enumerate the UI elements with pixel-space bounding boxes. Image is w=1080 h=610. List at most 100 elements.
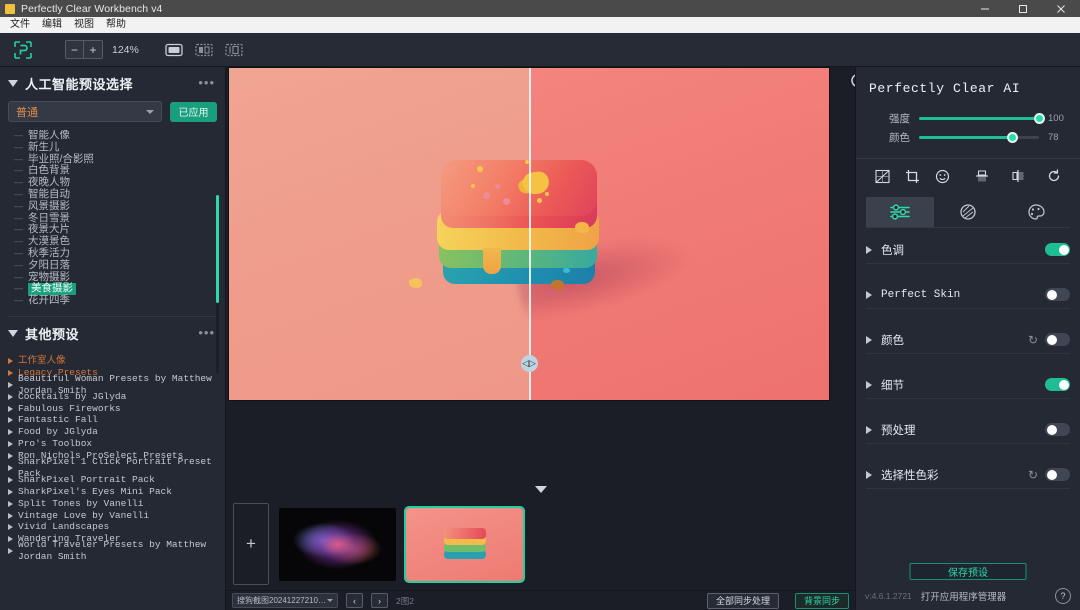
list-dash-icon: —	[14, 189, 23, 201]
other-preset-item[interactable]: SharkPixel 1 Click Portrait Preset Pack	[8, 462, 225, 474]
rotate-icon[interactable]	[1042, 166, 1066, 186]
sync-all-button[interactable]: 全部同步处理	[707, 593, 779, 609]
zoom-in-button[interactable]: +	[84, 40, 103, 59]
adjustment-section[interactable]: 色调	[866, 236, 1070, 264]
other-preset-item[interactable]: World Traveler Presets by Matthew Jordan…	[8, 545, 225, 557]
section-toggle[interactable]	[1045, 378, 1070, 391]
caret-right-icon	[8, 441, 13, 447]
other-preset-item[interactable]: Vintage Love by Vanelli	[8, 510, 225, 522]
ai-preset-item[interactable]: —智能自动	[14, 189, 225, 201]
other-preset-item[interactable]: Fabulous Fireworks	[8, 403, 225, 415]
ai-list-scrollbar[interactable]	[216, 195, 219, 373]
right-panel-footer: v:4.6.1.2721 打开应用程序管理器 ?	[856, 588, 1080, 604]
prev-image-button[interactable]: ‹	[346, 593, 363, 608]
adjustment-section[interactable]: 细节	[866, 371, 1070, 399]
caret-right-icon	[8, 548, 13, 554]
zoom-out-button[interactable]: −	[65, 40, 84, 59]
other-preset-label: Food by JGlyda	[18, 426, 98, 438]
next-image-button[interactable]: ›	[371, 593, 388, 608]
filmstrip-toggle[interactable]	[226, 480, 855, 498]
other-preset-item[interactable]: SharkPixel's Eyes Mini Pack	[8, 486, 225, 498]
ai-presets-menu-icon[interactable]: •••	[198, 79, 215, 87]
retouch-tab[interactable]	[1002, 197, 1070, 227]
food-subject	[425, 150, 625, 322]
ai-preset-item[interactable]: —新生儿	[14, 142, 225, 154]
help-icon[interactable]: ?	[1055, 588, 1071, 604]
noise-tab[interactable]	[934, 197, 1002, 227]
version-label: v:4.6.1.2721	[865, 591, 912, 601]
section-toggle[interactable]	[1045, 468, 1070, 481]
other-preset-item[interactable]: Beautiful Woman Presets by Matthew Jorda…	[8, 379, 225, 391]
adjustments-tab[interactable]	[866, 197, 934, 227]
other-presets-header[interactable]: 其他预设 •••	[0, 317, 225, 349]
list-dash-icon: —	[14, 224, 23, 236]
other-preset-item[interactable]: Food by JGlyda	[8, 426, 225, 438]
ai-preset-item[interactable]: —秋季活力	[14, 248, 225, 260]
ai-preset-label: 花开四季	[28, 295, 70, 306]
before-after-split-line	[529, 68, 531, 400]
right-panel-tabs	[866, 197, 1070, 228]
other-presets-menu-icon[interactable]: •••	[198, 329, 215, 337]
slider-strength: 强度 100	[866, 109, 1070, 128]
caret-right-icon	[866, 336, 872, 344]
crop-icon[interactable]	[900, 166, 924, 186]
menu-edit[interactable]: 编辑	[36, 17, 68, 33]
ai-preset-label: 夕阳日落	[28, 260, 70, 272]
reset-icon[interactable]: ↻	[1028, 468, 1038, 482]
burst-thumbnail[interactable]	[279, 508, 396, 581]
other-preset-label: 工作室人像	[18, 355, 66, 367]
file-dropdown[interactable]: 搜狗截图20241227210…	[232, 593, 338, 608]
caret-right-icon	[8, 370, 13, 376]
food-thumbnail[interactable]	[406, 508, 523, 581]
caret-down-icon	[8, 80, 18, 87]
split-view-icon[interactable]	[194, 41, 214, 58]
compare-view-icon[interactable]	[224, 41, 244, 58]
slider-strength-track[interactable]	[919, 117, 1039, 120]
section-toggle[interactable]	[1045, 333, 1070, 346]
adjustment-section[interactable]: 颜色↻	[866, 326, 1070, 354]
single-view-icon[interactable]	[164, 41, 184, 58]
app-icon	[5, 4, 15, 14]
menu-file[interactable]: 文件	[4, 17, 36, 33]
save-preset-button[interactable]: 保存预设	[910, 563, 1027, 580]
other-preset-item[interactable]: Split Tones by Vanelli	[8, 498, 225, 510]
applied-button[interactable]: 已应用	[170, 102, 217, 122]
section-toggle[interactable]	[1045, 243, 1070, 256]
app-manager-link[interactable]: 打开应用程序管理器	[921, 589, 1007, 603]
ai-preset-item[interactable]: —花开四季	[14, 295, 225, 306]
ai-preset-item[interactable]: —风景摄影	[14, 201, 225, 213]
background-sync-button[interactable]: 背景同步	[795, 593, 849, 609]
slider-color-track[interactable]	[919, 136, 1039, 139]
other-preset-item[interactable]: 工作室人像	[8, 355, 225, 367]
face-icon[interactable]	[930, 166, 954, 186]
other-preset-label: Fantastic Fall	[18, 414, 98, 426]
other-preset-item[interactable]: Pro's Toolbox	[8, 438, 225, 450]
reset-icon[interactable]: ↻	[1028, 333, 1038, 347]
image-preview[interactable]: ◁▷	[228, 67, 830, 401]
caret-right-icon	[8, 394, 13, 400]
split-handle[interactable]: ◁▷	[521, 355, 538, 372]
flip-horizontal-icon[interactable]	[1006, 166, 1030, 186]
flip-vertical-icon[interactable]	[970, 166, 994, 186]
other-preset-label: Split Tones by Vanelli	[18, 498, 143, 510]
ai-presets-header[interactable]: 人工智能预设选择 •••	[0, 67, 225, 99]
adjustment-section[interactable]: Perfect Skin	[866, 281, 1070, 309]
close-button[interactable]	[1042, 0, 1080, 17]
other-preset-item[interactable]: Vivid Landscapes	[8, 521, 225, 533]
other-preset-item[interactable]: Fantastic Fall	[8, 414, 225, 426]
caret-right-icon	[8, 477, 13, 483]
adjustment-section[interactable]: 预处理	[866, 416, 1070, 444]
window-title: Perfectly Clear Workbench v4	[21, 3, 163, 15]
menu-help[interactable]: 帮助	[100, 17, 132, 33]
ai-preset-item[interactable]: —夕阳日落	[14, 260, 225, 272]
section-toggle[interactable]	[1045, 423, 1070, 436]
minimize-button[interactable]	[966, 0, 1004, 17]
maximize-button[interactable]	[1004, 0, 1042, 17]
add-image-button[interactable]: +	[233, 503, 269, 585]
app-logo-icon[interactable]	[13, 40, 33, 60]
section-toggle[interactable]	[1045, 288, 1070, 301]
levels-icon[interactable]	[870, 166, 894, 186]
menu-view[interactable]: 视图	[68, 17, 100, 33]
preset-dropdown[interactable]: 普通	[8, 101, 162, 122]
adjustment-section[interactable]: 选择性色彩↻	[866, 461, 1070, 489]
